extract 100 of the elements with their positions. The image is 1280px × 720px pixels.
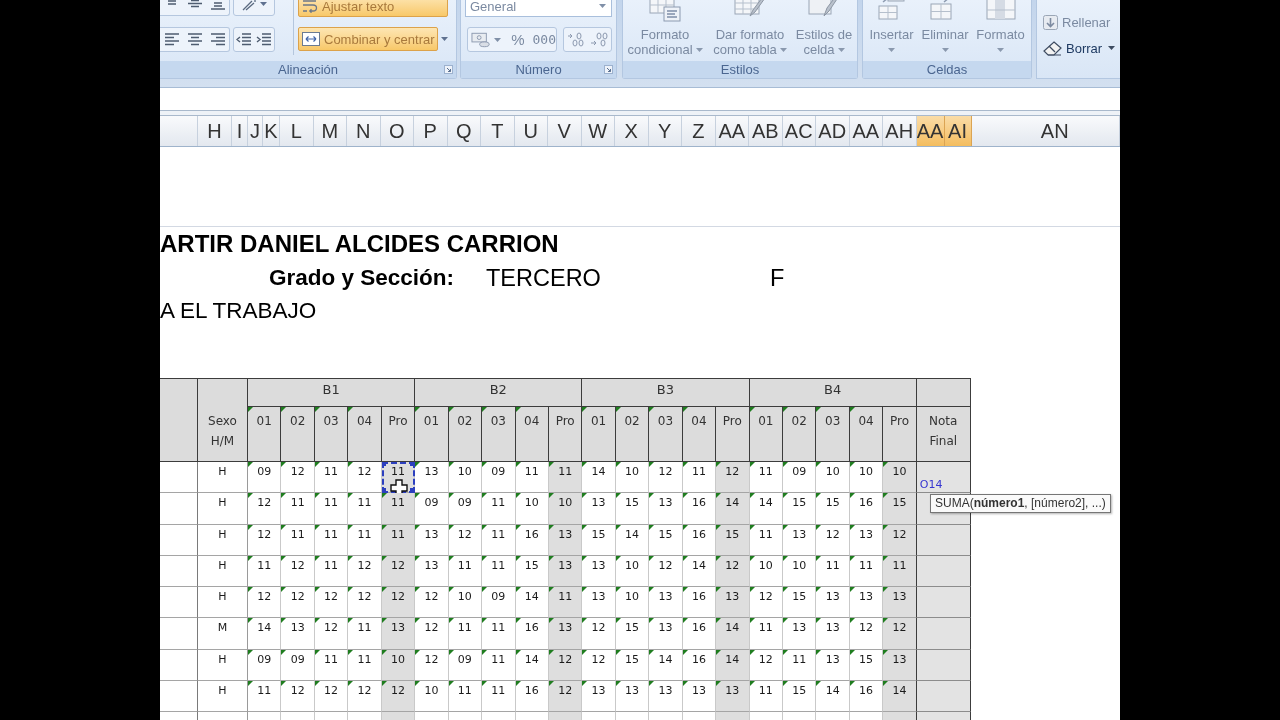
diagonal-arrow-icon[interactable] — [241, 0, 257, 11]
grade-text: 11 — [357, 621, 372, 636]
grade-text: 13 — [859, 590, 874, 604]
column-label: 04 — [524, 413, 540, 429]
column-header[interactable]: W — [581, 116, 615, 146]
grade-text: 12 — [390, 683, 405, 698]
grade-text: 14 — [691, 558, 706, 573]
column-header[interactable]: H — [198, 116, 232, 146]
column-header[interactable]: O — [380, 116, 414, 146]
column-header[interactable]: Y — [648, 116, 682, 146]
column-header[interactable]: AD — [816, 116, 850, 146]
grade-text: 14 — [725, 652, 740, 667]
grade-text: 13 — [892, 652, 907, 667]
handle-icon[interactable] — [410, 462, 415, 466]
corner-triangle-icon — [415, 462, 421, 467]
corner-triangle-icon — [582, 680, 588, 686]
column-header[interactable]: Z — [682, 116, 716, 146]
grade-text: 12 — [859, 621, 874, 636]
grade-text: 12 — [324, 590, 339, 604]
column-header[interactable]: M — [313, 116, 347, 146]
grade-text: 09 — [491, 465, 506, 479]
column-header[interactable]: V — [548, 116, 582, 146]
handle-icon[interactable] — [410, 488, 415, 493]
corner-triangle-icon — [749, 462, 755, 467]
column-header[interactable]: T — [481, 116, 515, 146]
column-header[interactable]: AN — [971, 116, 1120, 146]
increase-indent-icon[interactable] — [256, 33, 272, 46]
column-header[interactable]: AB — [749, 116, 783, 146]
handle-icon[interactable] — [381, 488, 386, 493]
handle-icon[interactable] — [381, 462, 386, 466]
column-header[interactable]: Q — [447, 116, 481, 146]
clear-button[interactable]: Borrar — [1043, 39, 1116, 57]
column-header[interactable]: AA — [849, 116, 883, 146]
grade-text: 13 — [591, 590, 606, 604]
dialog-launcher-icon[interactable] — [603, 65, 613, 74]
grade-text: 11 — [457, 558, 472, 573]
decrease-indent-icon[interactable] — [236, 33, 252, 46]
corner-triangle-icon — [649, 649, 655, 655]
sheet-title: ARTIR DANIEL ALCIDES CARRION — [160, 231, 559, 257]
column-header[interactable]: AH — [883, 116, 917, 146]
corner-triangle-icon — [783, 462, 788, 467]
grade-text: 09 — [792, 465, 807, 479]
corner-triangle-icon — [783, 680, 788, 686]
grade-text: 11 — [491, 558, 506, 573]
corner-triangle-icon — [716, 555, 722, 561]
grade-text: 11 — [792, 652, 807, 667]
table-cell: H — [198, 649, 248, 681]
column-header[interactable]: I — [232, 116, 248, 146]
grade-text: 11 — [758, 527, 773, 542]
corner-triangle-icon — [314, 587, 320, 592]
corner-triangle-icon — [749, 524, 755, 530]
corner-triangle-icon — [783, 407, 788, 412]
grade-text: 10 — [892, 465, 907, 479]
align-bottom-icon[interactable] — [209, 0, 226, 10]
grade-text: 10 — [524, 496, 539, 511]
column-header[interactable]: P — [414, 116, 448, 146]
grade-text: 15 — [892, 496, 907, 511]
grade-text: 11 — [691, 465, 706, 479]
column-header[interactable]: AI — [944, 116, 972, 146]
grade-text: 11 — [491, 621, 506, 636]
align-center-icon[interactable] — [186, 33, 203, 46]
column-header[interactable]: AC — [782, 116, 816, 146]
column-header[interactable]: L — [280, 116, 314, 146]
corner-triangle-icon — [548, 680, 554, 686]
column-header[interactable]: X — [615, 116, 649, 146]
align-left-icon[interactable] — [163, 33, 180, 46]
column-header[interactable]: U — [514, 116, 548, 146]
corner-triangle-icon — [615, 555, 621, 561]
column-header[interactable]: AA — [715, 116, 749, 146]
grade-text: 12 — [390, 558, 405, 573]
corner-triangle-icon — [582, 524, 588, 530]
dialog-launcher-icon[interactable] — [443, 65, 453, 74]
corner-triangle-icon — [649, 555, 655, 561]
grade-text: 11 — [390, 527, 405, 542]
corner-triangle-icon — [248, 618, 253, 624]
column-header[interactable]: J — [248, 116, 263, 146]
caret-icon — [888, 47, 895, 52]
column-header[interactable]: N — [347, 116, 381, 146]
corner-triangle-icon — [749, 587, 755, 592]
corner-triangle-icon — [515, 407, 521, 412]
grade-text: 13 — [558, 527, 573, 542]
corner-triangle-icon — [248, 649, 253, 655]
corner-triangle-icon — [248, 587, 253, 592]
corner-triangle-icon — [849, 618, 855, 624]
corner-triangle-icon — [615, 493, 621, 499]
column-header[interactable]: K — [263, 116, 280, 146]
down-arrow-icon — [1043, 14, 1058, 30]
column-header[interactable]: AA — [916, 116, 945, 146]
corner-triangle-icon — [649, 680, 655, 686]
corner-triangle-icon — [314, 555, 320, 561]
grade-text: 12 — [658, 558, 673, 573]
grade-text: 13 — [725, 590, 740, 604]
grade-text: 15 — [591, 527, 606, 542]
align-middle-icon[interactable] — [186, 0, 203, 10]
block-header: B3 — [582, 379, 750, 407]
grade-text: 11 — [491, 496, 506, 511]
corner-triangle-icon — [515, 587, 521, 592]
align-right-icon[interactable] — [209, 33, 226, 46]
group-label: Alineación — [278, 62, 338, 77]
grade-text: 13 — [658, 683, 673, 698]
